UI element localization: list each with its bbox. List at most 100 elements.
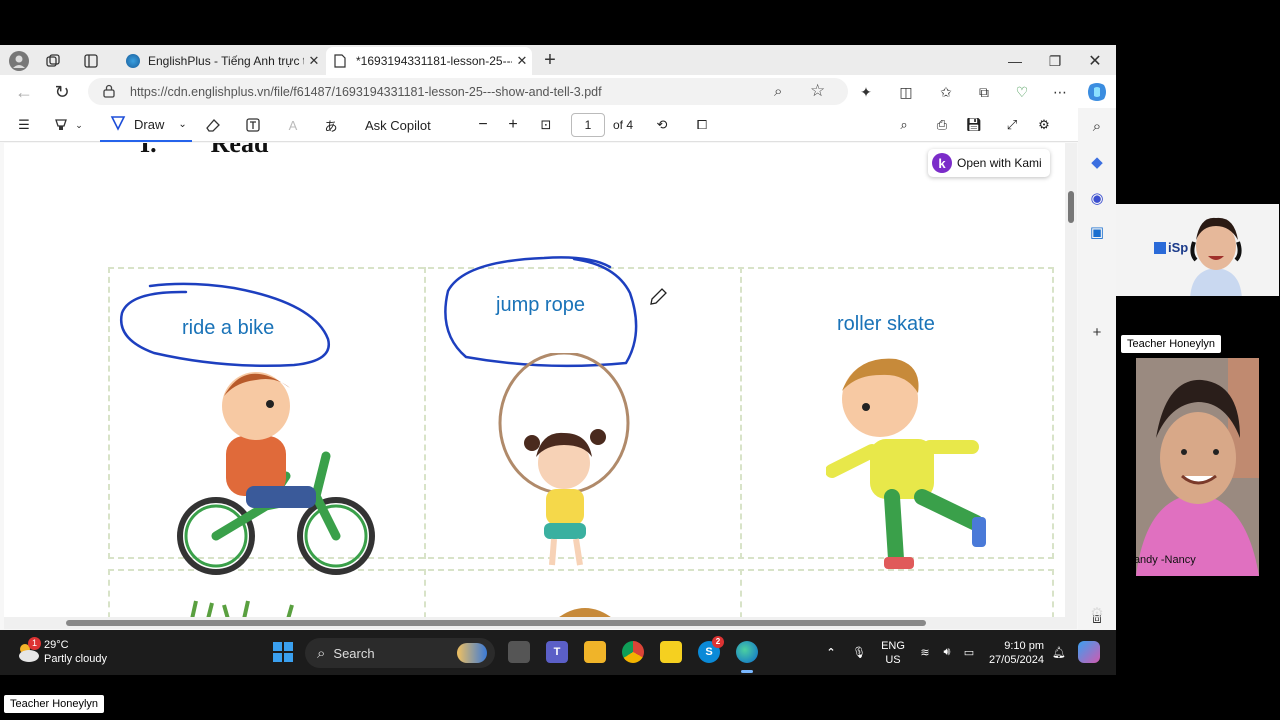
clock-date: 27/05/2024 xyxy=(988,654,1044,666)
boy-roller-skating-illustration xyxy=(826,358,986,569)
address-row: ← ↻ https://cdn.englishplus.vn/file/f614… xyxy=(0,75,1116,108)
teacher-person-image xyxy=(1190,217,1242,296)
tab-bar: EnglishPlus - Tiếng Anh trực tuyế ✕ *169… xyxy=(0,45,1116,75)
sticky-notes-icon[interactable] xyxy=(660,641,682,663)
add-sidebar-app-icon[interactable]: + xyxy=(1087,322,1107,342)
copilot-taskbar-icon[interactable] xyxy=(1078,641,1100,663)
language-indicator[interactable]: ENG US xyxy=(880,639,906,667)
pdf-toolbar: ☰ ⌄ Draw ⌄ A あ Ask Copilot − + ⊡ 1 of 4 … xyxy=(0,108,1116,142)
page-number-input[interactable]: 1 xyxy=(571,113,605,137)
zoom-icon[interactable]: ⌕ xyxy=(774,83,782,100)
taskbar-search[interactable]: ⌕ Search xyxy=(305,638,495,668)
add-text-icon[interactable] xyxy=(242,108,264,142)
pen-cursor-icon xyxy=(650,288,667,305)
tab-title: *1693194331181-lesson-25---sh xyxy=(356,54,512,68)
region-code: US xyxy=(885,654,901,666)
vertical-scroll-thumb[interactable] xyxy=(1068,191,1074,223)
top-black-bar xyxy=(0,0,1280,45)
weather-badge: 1 xyxy=(28,637,41,650)
edge-sidebar: ⌕ ◆ ◉ ▣ + ⧈ xyxy=(1078,108,1116,630)
minimize-icon[interactable]: — xyxy=(1004,50,1026,72)
outlook-icon[interactable]: ▣ xyxy=(1087,222,1107,242)
boy-riding-bike-illustration xyxy=(177,372,375,575)
close-tab-icon[interactable]: ✕ xyxy=(512,53,532,69)
expand-icon[interactable]: ⤢ xyxy=(1002,108,1022,142)
pen-icon xyxy=(110,115,126,134)
address-bar[interactable]: https://cdn.englishplus.vn/file/f61487/1… xyxy=(88,78,848,105)
tab-actions-icon[interactable] xyxy=(80,50,102,72)
volume-icon[interactable]: 🔊︎ xyxy=(936,641,958,663)
zoom-out-button[interactable]: − xyxy=(476,108,490,142)
search-icon[interactable]: ⌕ xyxy=(894,108,914,142)
close-tab-icon[interactable]: ✕ xyxy=(304,53,324,69)
copilot-sidebar-icon[interactable]: ◉ xyxy=(1087,188,1107,208)
sidebar-search-icon[interactable]: ⌕ xyxy=(1087,116,1107,136)
girl-jumping-rope-illustration xyxy=(498,353,630,566)
system-clock[interactable]: 9:10 pm 27/05/2024 xyxy=(984,639,1044,667)
microphone-icon[interactable]: 🎙︎ xyxy=(848,641,870,663)
student-name-label: Candy -Nancy xyxy=(1136,554,1196,566)
chrome-icon[interactable] xyxy=(622,641,644,663)
url-text: https://cdn.englishplus.vn/file/f61487/1… xyxy=(130,84,602,99)
chevron-down-icon[interactable]: ⌄ xyxy=(178,119,186,130)
file-explorer-icon[interactable] xyxy=(584,641,606,663)
horizontal-scrollbar[interactable] xyxy=(4,617,1077,629)
new-tab-button[interactable]: + xyxy=(538,48,562,72)
fit-page-icon[interactable]: ⊡ xyxy=(536,108,556,142)
wifi-icon[interactable]: ≋ xyxy=(914,641,936,663)
vertical-scrollbar[interactable] xyxy=(1065,143,1077,619)
profile-avatar-icon[interactable] xyxy=(8,50,30,72)
eraser-icon[interactable] xyxy=(202,108,224,142)
shopping-tag-icon[interactable]: ◆ xyxy=(1087,152,1107,172)
back-icon[interactable]: ← xyxy=(12,80,36,104)
split-screen-icon[interactable]: ◫ xyxy=(894,80,918,104)
pdf-viewport[interactable]: I. Read k Open with Kami ride a bike jump… xyxy=(4,143,1065,619)
ink-circle-jump-rope xyxy=(444,256,638,368)
refresh-icon[interactable]: ↻ xyxy=(50,80,74,104)
collections-icon[interactable]: ⧉ xyxy=(972,80,996,104)
workspaces-icon[interactable] xyxy=(42,50,64,72)
lock-icon xyxy=(102,84,116,103)
student-video-feed: Candy -Nancy xyxy=(1136,358,1259,576)
weather-widget[interactable]: 1 29°C Partly cloudy xyxy=(16,637,107,666)
teams-icon[interactable]: T xyxy=(546,641,568,663)
notifications-icon[interactable]: 🔔︎ xyxy=(1048,641,1070,663)
ask-copilot-button[interactable]: Ask Copilot xyxy=(365,108,431,142)
edge-icon[interactable] xyxy=(736,641,758,663)
more-menu-icon[interactable]: ⋯ xyxy=(1048,80,1072,104)
zoom-in-button[interactable]: + xyxy=(506,108,520,142)
tab-title: EnglishPlus - Tiếng Anh trực tuyế xyxy=(148,54,304,68)
skype-icon[interactable]: S 2 xyxy=(698,636,724,663)
tab-pdf-lesson[interactable]: *1693194331181-lesson-25---sh ✕ xyxy=(326,47,532,75)
teacher-name-tag: Teacher Honeylyn xyxy=(1121,335,1222,353)
restore-icon[interactable]: ❐ xyxy=(1044,50,1066,72)
extensions-icon[interactable]: ✦ xyxy=(854,80,878,104)
highlight-icon[interactable]: ⌄ xyxy=(50,108,86,142)
page-view-icon[interactable]: ⧠ xyxy=(692,108,712,142)
task-view-icon[interactable] xyxy=(508,641,530,663)
page-total: of 4 xyxy=(613,118,634,132)
tab-englishplus[interactable]: EnglishPlus - Tiếng Anh trực tuyế ✕ xyxy=(118,47,324,75)
windows-taskbar: 1 29°C Partly cloudy ⌕ Search T S 2 ⌃ 🎙︎ xyxy=(0,630,1116,675)
text-format-icon[interactable]: A xyxy=(282,108,304,142)
taskbar-search-label: Search xyxy=(333,645,375,661)
battery-icon[interactable]: ▭ xyxy=(958,641,980,663)
print-icon[interactable]: ⎙ xyxy=(932,108,952,142)
translate-icon[interactable]: あ xyxy=(320,108,342,142)
favorites-icon[interactable]: ✩ xyxy=(934,80,958,104)
copilot-icon[interactable] xyxy=(1084,79,1110,105)
contents-icon[interactable]: ☰ xyxy=(14,108,34,142)
windows-start-icon[interactable] xyxy=(272,641,294,663)
settings-gear-icon[interactable]: ⚙ xyxy=(1034,108,1054,142)
draw-button[interactable]: Draw ⌄ xyxy=(100,108,192,142)
browser-window: EnglishPlus - Tiếng Anh trực tuyế ✕ *169… xyxy=(0,45,1116,630)
show-hidden-icons-chevron[interactable]: ⌃ xyxy=(820,641,842,663)
rotate-icon[interactable]: ⟲ xyxy=(652,108,672,142)
browser-essentials-icon[interactable]: ♡ xyxy=(1010,80,1034,104)
sidebar-settings-icon[interactable]: ⚙ xyxy=(1087,603,1107,623)
save-icon[interactable]: 💾︎ xyxy=(964,108,984,142)
close-window-icon[interactable]: ✕ xyxy=(1084,50,1106,72)
horizontal-scroll-thumb[interactable] xyxy=(66,620,926,626)
favorite-star-icon[interactable]: ☆ xyxy=(810,81,825,101)
search-highlight-image-icon xyxy=(457,643,487,663)
